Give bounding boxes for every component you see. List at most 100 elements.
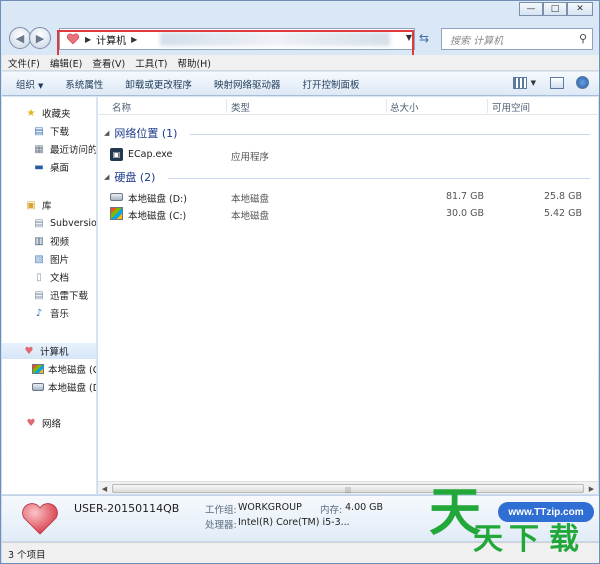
- column-separator[interactable]: [386, 99, 387, 113]
- menu-tools[interactable]: 工具(T): [135, 56, 167, 70]
- nav-item-recent[interactable]: ▦ 最近访问的: [32, 141, 96, 157]
- nav-favorites[interactable]: ★ 收藏夹: [24, 105, 71, 121]
- nav-item-label: 视频: [50, 237, 70, 248]
- back-button[interactable]: ◀: [9, 27, 31, 49]
- workgroup-label: 工作组:: [205, 505, 237, 516]
- nav-libraries-label: 库: [42, 201, 52, 212]
- column-header: 名称 类型 总大小 可用空间: [98, 97, 598, 115]
- breadcrumb-arrow-icon[interactable]: ▶: [131, 35, 137, 44]
- nav-item-label: 桌面: [50, 163, 70, 174]
- collapse-icon[interactable]: ◢: [104, 129, 109, 137]
- desktop-icon: ▬: [34, 161, 44, 173]
- preview-pane-icon[interactable]: [550, 76, 564, 89]
- nav-item-music[interactable]: ♪ 音乐: [32, 305, 69, 321]
- group-hard-disks[interactable]: ◢ 硬盘 (2): [104, 169, 155, 185]
- map-network-drive-button[interactable]: 映射网络驱动器: [214, 77, 281, 91]
- refresh-icon[interactable]: ⇆: [419, 31, 429, 45]
- memory-value: 4.00 GB: [345, 502, 384, 513]
- nav-item-pictures[interactable]: ▧ 图片: [32, 251, 69, 267]
- view-dropdown-icon[interactable]: ▼: [531, 79, 536, 87]
- column-total-size[interactable]: 总大小: [390, 100, 419, 114]
- music-icon: ♪: [35, 307, 43, 319]
- breadcrumb-computer[interactable]: 计算机: [96, 32, 126, 47]
- organize-button[interactable]: 组织 ▼: [16, 77, 43, 91]
- address-bar[interactable]: ▶ 计算机 ▶ ▼: [59, 28, 415, 50]
- menu-file[interactable]: 文件(F): [8, 56, 40, 70]
- watermark-char: 载: [549, 522, 579, 557]
- collapse-icon[interactable]: ◢: [104, 173, 109, 181]
- horizontal-scrollbar[interactable]: ◀ ||| ▶: [98, 481, 598, 494]
- close-button[interactable]: ✕: [567, 2, 593, 16]
- picture-icon: ▧: [34, 253, 44, 265]
- open-control-panel-button[interactable]: 打开控制面板: [302, 77, 359, 91]
- caption-buttons: — □ ✕: [519, 2, 593, 16]
- search-icon[interactable]: ⚲: [579, 32, 587, 45]
- help-icon[interactable]: [576, 76, 589, 89]
- file-list: 名称 类型 总大小 可用空间 ◢ 网络位置 (1) ▣ ECap.exe 应用程…: [98, 97, 598, 481]
- nav-item-videos[interactable]: ▥ 视频: [32, 233, 69, 249]
- download-folder-icon: ▤: [34, 125, 44, 137]
- nav-computer-label: 计算机: [40, 347, 69, 358]
- group-label: 网络位置 (1): [114, 127, 178, 140]
- nav-item-label: 本地磁盘 (C: [48, 365, 97, 376]
- column-name[interactable]: 名称: [112, 100, 131, 114]
- list-item[interactable]: 本地磁盘 (C:) 本地磁盘 30.0 GB 5.42 GB: [110, 206, 590, 222]
- menu-view[interactable]: 查看(V): [92, 56, 125, 70]
- scroll-left-icon[interactable]: ◀: [98, 482, 111, 495]
- nav-item-xunlei[interactable]: ▤ 迅雷下载: [32, 287, 88, 303]
- scroll-right-icon[interactable]: ▶: [585, 482, 598, 495]
- organize-label: 组织: [16, 79, 36, 91]
- nav-buttons: ◀ ▶: [9, 27, 51, 49]
- list-item[interactable]: ▣ ECap.exe 应用程序: [110, 147, 590, 163]
- menu-edit[interactable]: 编辑(E): [50, 56, 82, 70]
- nav-item-desktop[interactable]: ▬ 桌面: [32, 159, 69, 175]
- forward-button[interactable]: ▶: [29, 27, 51, 49]
- explorer-window: — □ ✕ ◀ ▶ ▶ 计算机 ▶ ▼ ⇆ 搜索 计算机 ⚲ 文件(F) 编辑(…: [0, 0, 600, 564]
- nav-item-downloads[interactable]: ▤ 下载: [32, 123, 69, 139]
- item-total-size: 81.7 GB: [445, 191, 484, 202]
- column-separator[interactable]: [226, 99, 227, 113]
- column-type[interactable]: 类型: [231, 100, 250, 114]
- memory-label: 内存:: [320, 505, 343, 516]
- computer-name: USER-20150114QB: [74, 502, 180, 515]
- drive-icon: [110, 193, 123, 201]
- view-controls: ▼: [505, 76, 589, 89]
- group-network-locations[interactable]: ◢ 网络位置 (1): [104, 125, 177, 141]
- drive-icon: [32, 383, 44, 391]
- address-dropdown-icon[interactable]: ▼: [406, 33, 412, 42]
- item-count: 3 个项目: [8, 550, 46, 561]
- item-type: 应用程序: [231, 152, 270, 163]
- nav-item-drive-d[interactable]: 本地磁盘 (D: [32, 379, 96, 395]
- minimize-button[interactable]: —: [519, 2, 543, 16]
- column-separator[interactable]: [487, 99, 488, 113]
- list-item[interactable]: 本地磁盘 (D:) 本地磁盘 81.7 GB 25.8 GB: [110, 189, 590, 205]
- group-divider: [190, 134, 590, 135]
- nav-network-label: 网络: [42, 419, 62, 430]
- nav-computer[interactable]: ♥ 计算机: [2, 343, 96, 359]
- group-label: 硬盘 (2): [114, 171, 156, 184]
- blurred-region: [160, 32, 390, 46]
- item-name: ECap.exe: [128, 149, 173, 160]
- scroll-thumb[interactable]: |||: [112, 484, 584, 494]
- search-input[interactable]: 搜索 计算机 ⚲: [441, 28, 593, 50]
- back-arrow-icon: ◀: [15, 31, 25, 45]
- watermark-char: 下: [509, 522, 539, 557]
- nav-item-drive-c[interactable]: 本地磁盘 (C: [32, 361, 97, 377]
- uninstall-program-button[interactable]: 卸载或更改程序: [125, 77, 192, 91]
- system-properties-button[interactable]: 系统属性: [65, 77, 103, 91]
- nav-network[interactable]: ♥ 网络: [24, 415, 62, 431]
- heart-icon: ♥: [26, 417, 36, 429]
- menu-help[interactable]: 帮助(H): [177, 56, 211, 70]
- breadcrumb-arrow-icon[interactable]: ▶: [85, 35, 91, 44]
- nav-item-subversion[interactable]: ▤ Subversion: [32, 215, 96, 231]
- nav-item-documents[interactable]: ▯ 文档: [32, 269, 69, 285]
- application-icon: ▣: [110, 148, 123, 161]
- nav-item-label: 迅雷下载: [50, 291, 89, 302]
- document-icon: ▯: [36, 271, 42, 283]
- change-view-icon[interactable]: [512, 76, 527, 89]
- maximize-button[interactable]: □: [543, 2, 567, 16]
- column-free-space[interactable]: 可用空间: [492, 100, 530, 114]
- computer-heart-icon: [66, 33, 80, 45]
- nav-libraries[interactable]: ▣ 库: [24, 197, 52, 213]
- item-total-size: 30.0 GB: [445, 208, 484, 219]
